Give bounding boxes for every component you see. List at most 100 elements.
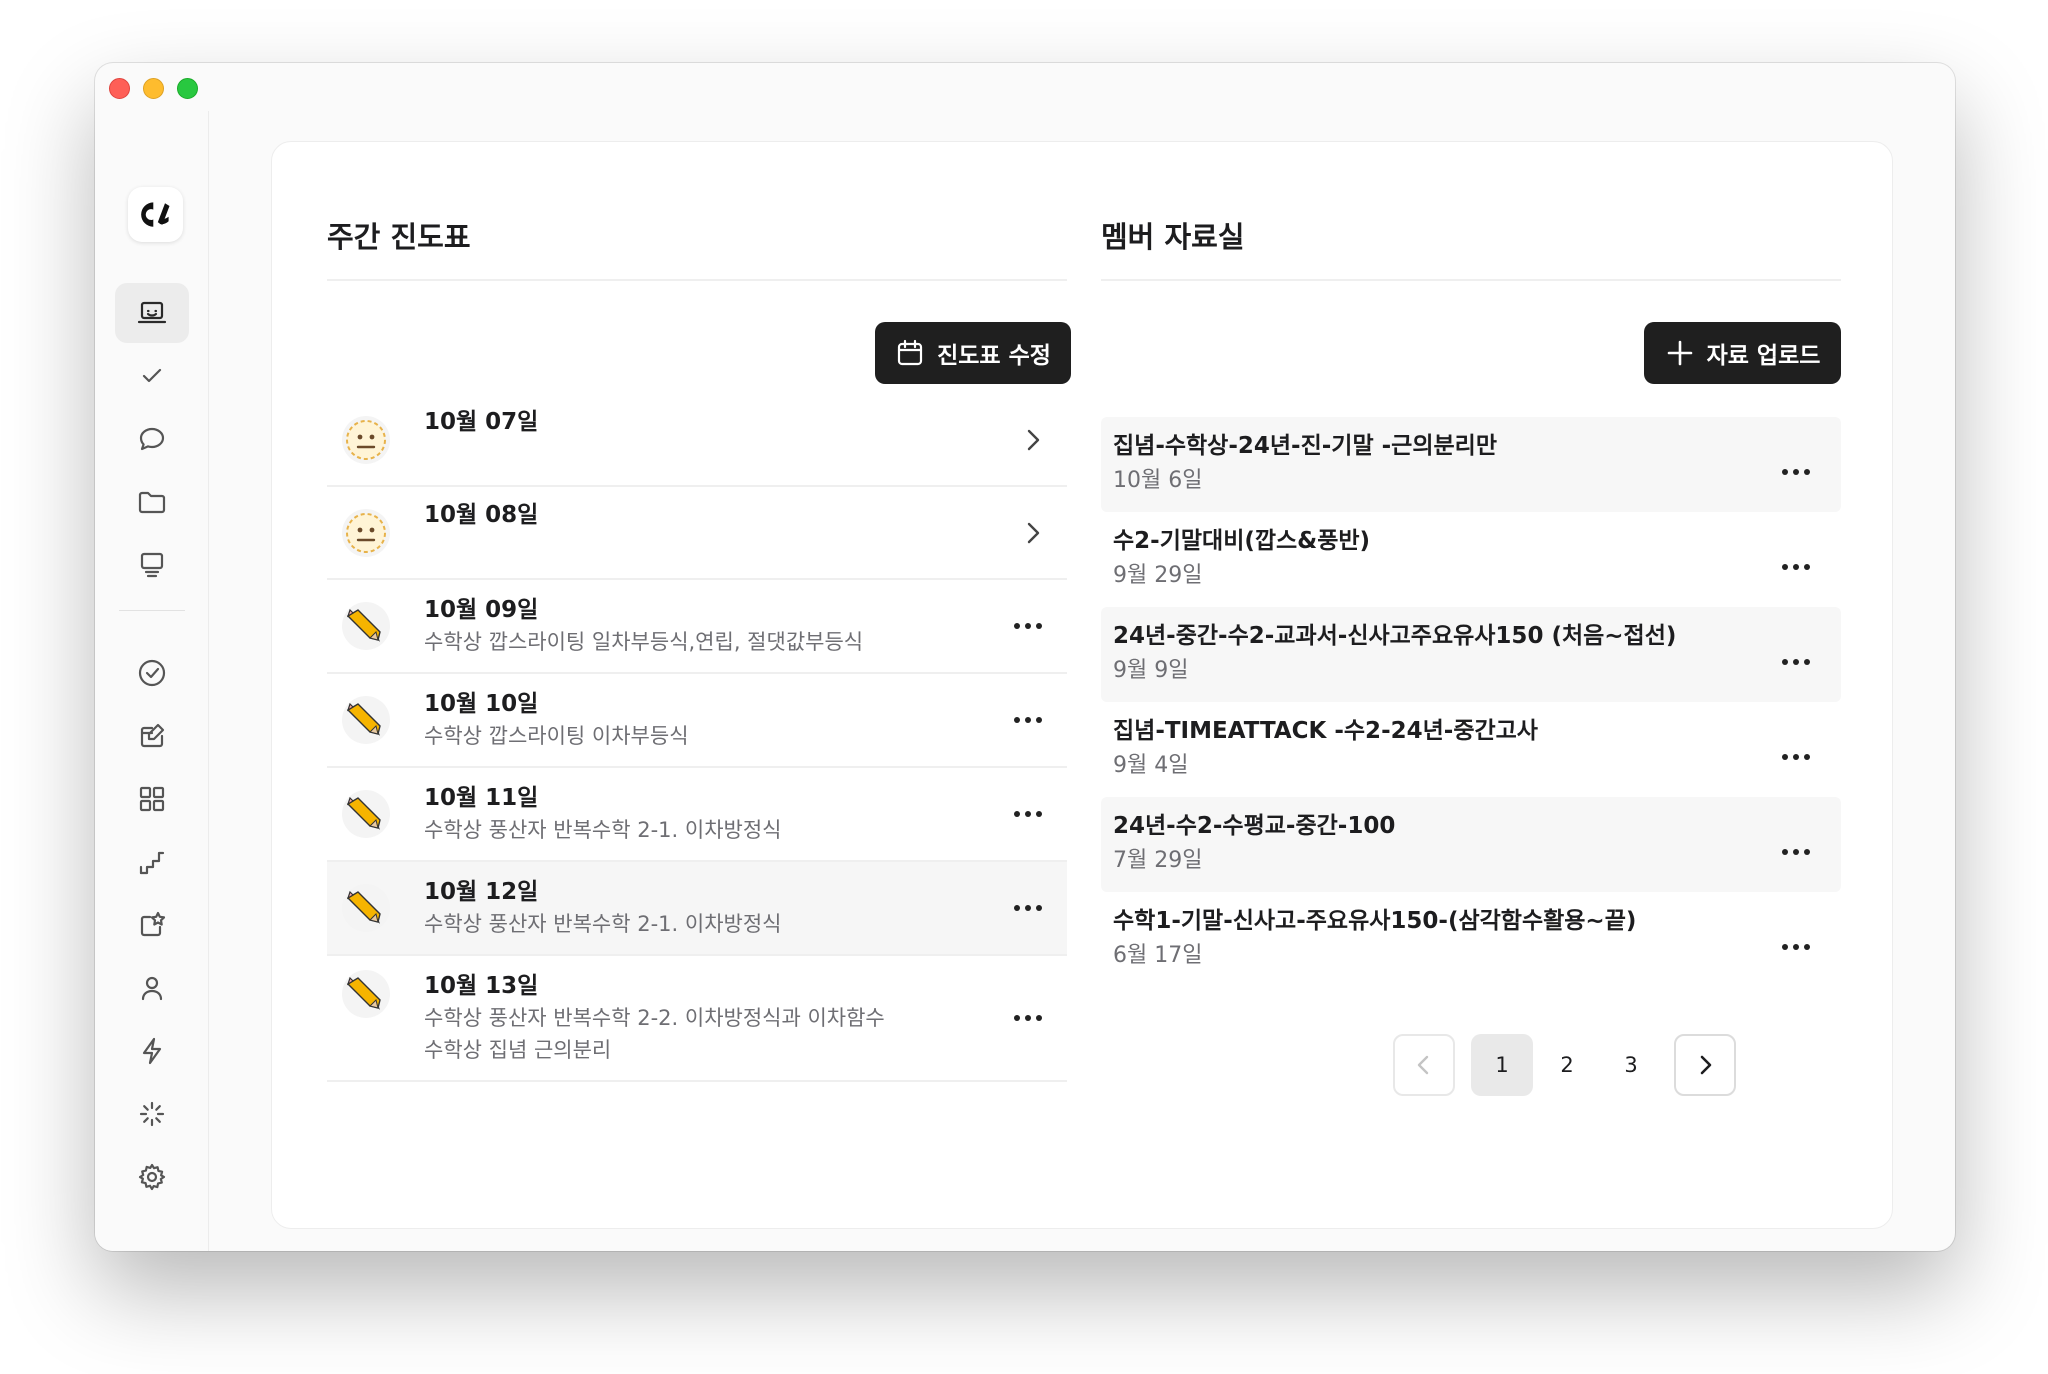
- more-dots-icon: [1782, 944, 1810, 950]
- resource-title: 수2-기말대비(깝스&풍반): [1113, 528, 1371, 554]
- more-options-button[interactable]: [1013, 1014, 1043, 1022]
- resource-title: 수학1-기말-신사고-주요유사150-(삼각함수활용~끝): [1113, 908, 1637, 934]
- schedule-row[interactable]: 10월 07일: [327, 394, 1067, 487]
- schedule-date: 10월 12일: [424, 879, 539, 905]
- more-options-button[interactable]: [1781, 651, 1811, 670]
- spinner-icon: [139, 1101, 165, 1127]
- sidebar-item-chat[interactable]: [115, 409, 189, 469]
- gear-icon: [138, 1163, 166, 1191]
- sidebar-item-loading[interactable]: [115, 1084, 189, 1144]
- sidebar-item-apps[interactable]: [115, 769, 189, 829]
- more-options-button[interactable]: [1781, 841, 1811, 860]
- calendar-icon: [897, 339, 923, 366]
- resource-item[interactable]: 수학1-기말-신사고-주요유사150-(삼각함수활용~끝) 6월 17일: [1101, 892, 1841, 987]
- resource-date: 10월 6일: [1113, 468, 1203, 493]
- chevron-right-icon[interactable]: [1021, 520, 1043, 546]
- sidebar-item-settings[interactable]: [115, 1147, 189, 1207]
- more-options-button[interactable]: [1013, 716, 1043, 724]
- resource-title: 집념-TIMEATTACK -수2-24년-중간고사: [1113, 718, 1538, 744]
- schedule-date: 10월 09일: [424, 597, 539, 623]
- sidebar-item-quick[interactable]: [115, 1021, 189, 1081]
- schedule-row[interactable]: 10월 13일 수학상 풍산자 반복수학 2-2. 이차방정식과 이차함수 수학…: [327, 956, 1067, 1082]
- more-dots-icon: [1782, 564, 1810, 570]
- pencil-icon: [342, 602, 390, 650]
- more-dots-icon: [1014, 623, 1042, 629]
- more-dots-icon: [1782, 659, 1810, 665]
- resource-item[interactable]: 24년-수2-수평교-중간-100 7월 29일: [1101, 797, 1841, 892]
- resource-item[interactable]: 집념-TIMEATTACK -수2-24년-중간고사 9월 4일: [1101, 702, 1841, 797]
- sidebar-item-tasks[interactable]: [115, 346, 189, 406]
- chevron-right-icon[interactable]: [1021, 427, 1043, 453]
- resource-date: 9월 29일: [1113, 563, 1203, 588]
- previous-page-button[interactable]: [1393, 1034, 1455, 1096]
- close-window-button[interactable]: [109, 78, 130, 99]
- resource-date: 9월 9일: [1113, 658, 1189, 683]
- pencil-icon: [342, 970, 390, 1018]
- resource-item[interactable]: 수2-기말대비(깝스&풍반) 9월 29일: [1101, 512, 1841, 607]
- upload-resource-button[interactable]: 자료 업로드: [1644, 322, 1841, 384]
- schedule-date: 10월 13일: [424, 973, 539, 999]
- sidebar-item-share[interactable]: [115, 895, 189, 955]
- page-button-2[interactable]: 2: [1536, 1034, 1598, 1096]
- more-options-button[interactable]: [1013, 810, 1043, 818]
- sidebar-divider: [119, 610, 185, 611]
- resource-list: 집념-수학상-24년-진-기말 -근의분리만 10월 6일 수2-기말대비(깝스…: [1101, 417, 1841, 987]
- more-dots-icon: [1014, 905, 1042, 911]
- share-star-icon: [140, 911, 166, 937]
- resource-date: 9월 4일: [1113, 753, 1189, 778]
- sidebar-item-members[interactable]: [115, 958, 189, 1018]
- more-options-button[interactable]: [1013, 904, 1043, 912]
- chevron-left-icon: [1417, 1055, 1429, 1075]
- resource-item[interactable]: 집념-수학상-24년-진-기말 -근의분리만 10월 6일: [1101, 417, 1841, 512]
- schedule-date: 10월 10일: [424, 691, 539, 717]
- check-icon: [142, 368, 162, 383]
- neutral-face-icon: [342, 508, 390, 557]
- more-dots-icon: [1014, 717, 1042, 723]
- page-button-3[interactable]: 3: [1600, 1034, 1662, 1096]
- person-icon: [141, 976, 163, 1001]
- check-circle-icon: [138, 659, 166, 687]
- sidebar-item-dashboard[interactable]: [115, 283, 189, 343]
- schedule-title: 주간 진도표: [327, 220, 471, 254]
- edit-square-icon: [140, 723, 165, 748]
- more-options-button[interactable]: [1781, 556, 1811, 575]
- schedule-subtitle-2: 수학상 집념 근의분리: [424, 1038, 612, 1062]
- grid-icon: [139, 786, 165, 812]
- sidebar-item-files[interactable]: [115, 472, 189, 532]
- sidebar-item-board[interactable]: [115, 535, 189, 595]
- schedule-date: 10월 11일: [424, 785, 539, 811]
- app-logo[interactable]: [128, 187, 183, 242]
- edit-schedule-button[interactable]: 진도표 수정: [875, 322, 1071, 384]
- schedule-divider: [327, 279, 1067, 281]
- schedule-row[interactable]: 10월 11일 수학상 풍산자 반복수학 2-1. 이차방정식: [327, 768, 1067, 862]
- schedule-row[interactable]: 10월 12일 수학상 풍산자 반복수학 2-1. 이차방정식: [327, 862, 1067, 956]
- sidebar-item-progress[interactable]: [115, 832, 189, 892]
- page-button-1[interactable]: 1: [1471, 1034, 1533, 1096]
- window-controls: [109, 78, 198, 99]
- schedule-row[interactable]: 10월 10일 수학상 깝스라이팅 이차부등식: [327, 674, 1067, 768]
- stairs-icon: [139, 851, 165, 875]
- sidebar-item-edit[interactable]: [115, 706, 189, 766]
- pencil-icon: [342, 790, 390, 838]
- more-options-button[interactable]: [1781, 746, 1811, 765]
- more-dots-icon: [1014, 811, 1042, 817]
- schedule-subtitle: 수학상 풍산자 반복수학 2-1. 이차방정식: [424, 912, 782, 936]
- schedule-date: 10월 07일: [424, 409, 539, 435]
- more-options-button[interactable]: [1781, 936, 1811, 955]
- schedule-row[interactable]: 10월 08일: [327, 487, 1067, 580]
- more-dots-icon: [1782, 754, 1810, 760]
- schedule-subtitle: 수학상 풍산자 반복수학 2-1. 이차방정식: [424, 818, 782, 842]
- edit-schedule-label: 진도표 수정: [937, 343, 1051, 369]
- schedule-row[interactable]: 10월 09일 수학상 깝스라이팅 일차부등식,연립, 절댓값부등식: [327, 580, 1067, 674]
- chevron-right-icon: [1700, 1055, 1712, 1075]
- resource-date: 7월 29일: [1113, 848, 1203, 873]
- more-options-button[interactable]: [1013, 622, 1043, 630]
- sidebar-item-done[interactable]: [115, 643, 189, 703]
- zoom-window-button[interactable]: [177, 78, 198, 99]
- resource-item[interactable]: 24년-중간-수2-교과서-신사고주요유사150 (처음~접선) 9월 9일: [1101, 607, 1841, 702]
- main-card: 주간 진도표 진도표 수정 10월 07일 10월 08일 10월 09일 수학…: [271, 141, 1893, 1229]
- more-dots-icon: [1782, 469, 1810, 475]
- minimize-window-button[interactable]: [143, 78, 164, 99]
- more-options-button[interactable]: [1781, 461, 1811, 480]
- next-page-button[interactable]: [1674, 1034, 1736, 1096]
